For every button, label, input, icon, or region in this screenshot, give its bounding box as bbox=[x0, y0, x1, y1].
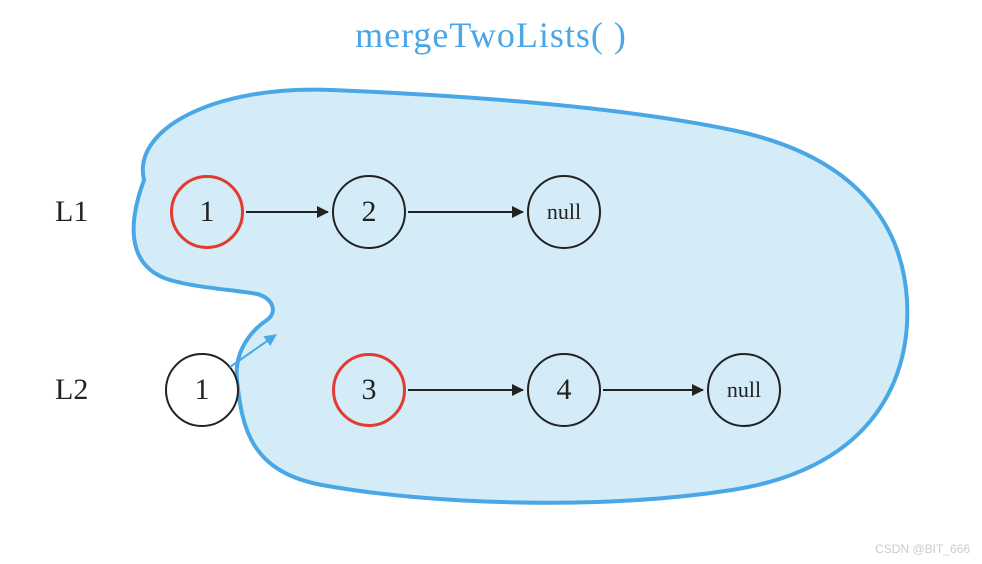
recursion-blob bbox=[92, 70, 922, 520]
l1-node-null: null bbox=[527, 175, 601, 249]
l2-label: L2 bbox=[55, 373, 88, 407]
l2-node-3: 4 bbox=[527, 353, 601, 427]
l2-node-1: 1 bbox=[165, 353, 239, 427]
l2-node-null: null bbox=[707, 353, 781, 427]
l2-arrow-2 bbox=[408, 389, 523, 391]
l2-pointer-into-blob bbox=[229, 334, 276, 368]
l1-arrow-2 bbox=[408, 211, 523, 213]
l1-node-1: 1 bbox=[170, 175, 244, 249]
l1-node-2: 2 bbox=[332, 175, 406, 249]
l2-node-2: 3 bbox=[332, 353, 406, 427]
l1-arrow-1 bbox=[246, 211, 328, 213]
l2-arrow-3 bbox=[603, 389, 703, 391]
l1-label: L1 bbox=[55, 195, 88, 229]
diagram-title: mergeTwoLists( ) bbox=[355, 14, 627, 56]
watermark: CSDN @BIT_666 bbox=[875, 542, 970, 556]
